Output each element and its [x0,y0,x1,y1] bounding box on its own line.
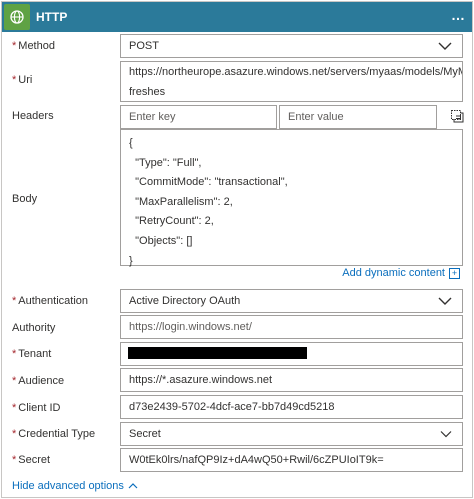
card-header[interactable]: HTTP … [2,2,472,32]
authentication-label: * Authentication [12,295,88,307]
card-title: HTTP [36,10,68,24]
body-line: { [129,137,133,149]
audience-label: * Audience [12,375,65,387]
chevron-down-icon [440,431,452,438]
secret-label: * Secret [12,454,51,466]
client-id-label: * Client ID [12,402,61,414]
header-value-input[interactable]: Enter value [279,105,437,129]
uri-line-1: https://northeurope.asazure.windows.net/… [129,65,462,78]
hide-advanced-options-link[interactable]: Hide advanced options [12,480,138,492]
uri-label: * Uri [12,74,33,86]
method-value: POST [129,40,159,52]
secret-input[interactable]: W0tEk0lrs/nafQP9Iz+dA4wQ50+Rwil/6cZPUIoI… [120,448,463,472]
body-line: "CommitMode": "transactional", [129,176,288,189]
redacted-tenant-value [128,347,307,359]
authority-input[interactable]: https://login.windows.net/ [120,315,463,339]
uri-line-2: freshes [129,85,166,98]
more-options-icon[interactable]: … [451,7,466,23]
audience-input[interactable]: https://*.asazure.windows.net [120,368,463,392]
method-dropdown[interactable]: POST [120,34,463,58]
body-line: "Objects": [] [129,234,193,247]
method-label: * Method [12,40,55,52]
switch-to-text-mode-icon[interactable] [451,110,464,126]
credential-type-dropdown[interactable]: Secret [120,422,463,446]
body-line: "MaxParallelism": 2, [129,195,233,208]
authority-label: Authority [12,322,56,334]
body-label: Body [12,193,38,205]
http-action-card: HTTP … * Method POST * Uri https://northeu… [1,1,473,498]
body-line: "Type": "Full", [129,156,202,169]
header-key-input[interactable]: Enter key [120,105,277,129]
tenant-label: * Tenant [12,348,52,360]
chevron-down-icon [438,42,452,50]
body-textarea[interactable]: { "Type": "Full", "CommitMode": "transac… [120,129,463,267]
body-line: "RetryCount": 2, [129,215,214,228]
chevron-up-icon [128,483,138,489]
http-globe-icon [4,4,30,30]
headers-label: Headers [12,110,54,122]
uri-input[interactable]: https://northeurope.asazure.windows.net/… [120,61,463,102]
add-icon: + [449,267,460,279]
client-id-input[interactable]: d73e2439-5702-4dcf-ace7-bb7d49cd5218 [120,395,463,419]
chevron-down-icon [438,297,452,305]
authentication-value: Active Directory OAuth [129,295,241,307]
authentication-dropdown[interactable]: Active Directory OAuth [120,289,463,313]
credential-type-label: * Credential Type [12,428,96,440]
add-dynamic-content-link[interactable]: Add dynamic content + [342,267,460,279]
